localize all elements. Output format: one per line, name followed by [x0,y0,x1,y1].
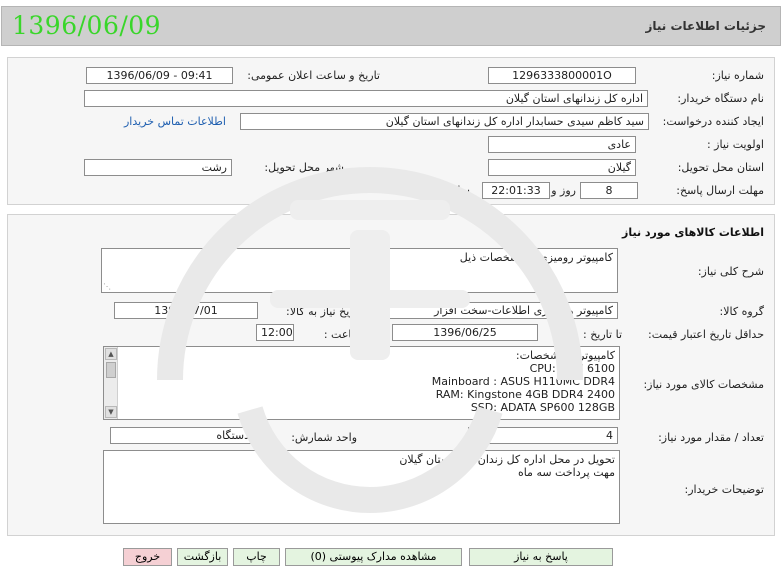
need-number-field: 1296333800001O [488,67,636,84]
need-date-field: 1396/07/01 [114,302,258,319]
spec-line: SSD: ADATA SP600 128GB [470,401,615,414]
time-label: ساعت : [323,328,361,341]
priority-label: اولویت نیاز : [706,138,764,151]
deadline-time-field: 22:01:33 [482,182,550,199]
spec-line: CPU: Intel 6100 [529,362,615,375]
deadline-label: مهلت ارسال پاسخ: [676,184,764,197]
goods-section-title: اطلاعات کالاهای مورد نیاز [622,226,764,239]
goods-group-field: کامپیوتر و فناوری اطلاعات-سخت افزار [368,302,618,319]
buyer-notes-label: توضیحات خریدار: [684,483,765,496]
delivery-province-label: استان محل تحویل: [677,161,764,174]
spec-line: RAM: Kingstone 4GB DDR4 2400 [435,388,615,401]
buyer-org-label: نام دستگاه خریدار: [677,92,764,105]
delivery-city-field: رشت [84,159,232,176]
until-date-field: 1396/06/25 [392,324,538,341]
back-button[interactable]: بازگشت [177,548,228,566]
until-date-label: تا تاریخ : [583,328,622,341]
delivery-city-label: شهر محل تحویل: [264,161,344,174]
date-badge: 1396/06/09 [12,11,162,40]
scroll-down-icon[interactable]: ▼ [105,406,117,418]
buyer-org-field: اداره کل زندانهای استان گیلان [84,90,648,107]
scroll-thumb[interactable] [106,362,116,378]
summary-label: شرح کلی نیاز: [697,265,764,278]
print-button[interactable]: چاپ [233,548,280,566]
announce-datetime-label: تاریخ و ساعت اعلان عمومی: [247,69,380,82]
goods-group-label: گروه کالا: [719,305,764,318]
need-number-label: شماره نیاز: [711,69,764,82]
exit-button[interactable]: خروج [123,548,172,566]
quantity-field: 4 [468,427,618,444]
spec-line: Mainboard : ASUS H110MC DDR4 [431,375,615,388]
scroll-up-icon[interactable]: ▲ [105,348,117,360]
requester-field: سید کاظم سیدی حسابدار اداره کل زندانهای … [240,113,649,130]
need-date-label: تاریخ نیاز به کالا: [286,305,361,318]
spec-line: کامپیوتر با مشخصات: [515,349,615,362]
deadline-days-field: 8 [580,182,638,199]
days-word: روز و [551,184,576,197]
buyer-note-line: مهت پرداخت سه ماه [517,466,615,479]
unit-label: واحد شمارش: [291,431,357,444]
view-attachments-button[interactable]: مشاهده مدارک پیوستی (0) [285,548,462,566]
announce-datetime-field: 1396/06/09 - 09:41 [86,67,233,84]
summary-text: کامپیوتر رومیزی با مشخصات ذیل [459,251,613,264]
resize-grip-icon[interactable]: ⋰ [103,283,111,291]
requester-label: ایجاد کننده درخواست: [662,115,764,128]
specs-scrollbar[interactable]: ▲ ▼ [104,347,118,419]
unit-field: دستگاه [110,427,254,444]
buyer-note-line: تحویل در محل اداره کل زندان های استان گی… [399,453,615,466]
priority-field: عادی [488,136,636,153]
min-price-validity-label: حداقل تاریخ اعتبار قیمت: [648,328,764,341]
buyer-contact-link[interactable]: اطلاعات تماس خریدار [124,115,226,128]
buyer-notes-textarea[interactable]: تحویل در محل اداره کل زندان های استان گی… [103,450,620,524]
need-info-panel: شماره نیاز: 1296333800001O تاریخ و ساعت … [7,57,775,205]
delivery-province-field: گیلان [488,159,636,176]
specs-textarea[interactable]: کامپیوتر با مشخصات: CPU: Intel 6100 Main… [103,346,620,420]
remaining-label: ساعت باقی مانده [388,184,470,197]
specs-label: مشخصات کالای مورد نیاز: [643,378,764,391]
goods-panel: اطلاعات کالاهای مورد نیاز شرح کلی نیاز: … [7,214,775,536]
summary-textarea[interactable]: کامپیوتر رومیزی با مشخصات ذیل ⋰ [101,248,618,293]
respond-button[interactable]: پاسخ به نیاز [469,548,613,566]
page-header: 1396/06/09 جزئیات اطلاعات نیاز [1,6,781,46]
page-title: جزئیات اطلاعات نیاز [645,19,766,33]
quantity-label: تعداد / مقدار مورد نیاز: [658,431,764,444]
time-field: 12:00 [256,324,294,341]
